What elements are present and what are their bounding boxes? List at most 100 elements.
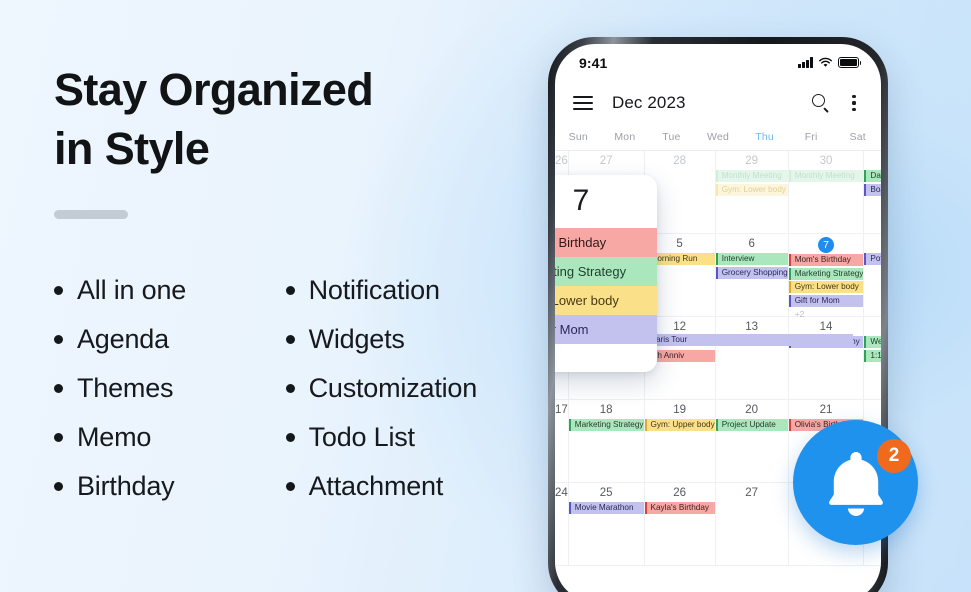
battery-full-icon (838, 57, 862, 68)
feature-item: Todo List (285, 413, 524, 462)
event-chip[interactable]: Gym: Lower body (715, 183, 788, 196)
popup-event-item[interactable]: Gym: Lower body (555, 286, 657, 315)
calendar-day-cell[interactable]: 13 (715, 317, 789, 400)
kebab-menu-icon[interactable] (845, 93, 863, 113)
day-event-list: Interview Grocery Shopping (715, 253, 788, 279)
day-number: 8 (864, 237, 881, 251)
multiday-event-chip[interactable]: Paris Tour (644, 334, 854, 346)
calendar-day-cell[interactable]: 18 Marketing Strategy (568, 400, 645, 483)
calendar-day-cell[interactable]: 19 Gym: Upper body (644, 400, 716, 483)
feature-item: Memo (54, 413, 266, 462)
event-chip[interactable]: Gift for Mom (788, 294, 864, 307)
cellular-signal-icon (798, 57, 813, 68)
calendar-day-cell[interactable]: 27 (715, 483, 789, 566)
event-chip[interactable]: Potluck Party (864, 253, 881, 265)
calendar-day-cell[interactable]: 1 Data AnalysisBoard Game (864, 151, 881, 234)
weekday-header: Sun Mon Tue Wed Thu Fri Sat (555, 125, 881, 151)
day-number: 24 (555, 487, 568, 499)
search-icon[interactable] (811, 93, 831, 113)
feature-label: Birthday (77, 471, 175, 501)
calendar-day-cell[interactable]: 14Flight to Germany (788, 317, 865, 400)
feature-item: Notification (285, 266, 524, 315)
feature-column-left: All in one Agenda Themes Memo Birthday (54, 266, 266, 511)
day-number: 28 (673, 155, 686, 167)
day-event-list: Weekly Meeting1:1 Meeting (864, 336, 881, 362)
event-chip[interactable]: Data Analysis (864, 170, 881, 182)
hamburger-menu-icon[interactable] (573, 96, 593, 110)
bullet-icon (285, 384, 295, 393)
popup-event-item[interactable]: Marketing Strategy (555, 257, 657, 286)
day-number: 18 (599, 404, 613, 416)
day-number: 26 (673, 487, 686, 499)
day-number: 27 (599, 155, 613, 167)
day-detail-popup[interactable]: 7 Mom's Birthday Marketing Strategy Gym:… (555, 175, 657, 372)
headline-line-2: in Style (54, 123, 210, 174)
notification-bell-widget[interactable]: 2 (793, 420, 918, 545)
event-chip[interactable]: Grocery Shopping (715, 266, 788, 279)
day-number: 1 (864, 154, 881, 168)
hero-panel: Stay Organized in Style All in one Agend… (54, 60, 524, 511)
day-event-list: Monthly Meeting Gym: Lower body (715, 170, 788, 196)
popup-event-item[interactable]: Gift for Mom (555, 315, 657, 344)
event-chip[interactable]: Mom's Birthday (788, 254, 864, 266)
popup-more-label[interactable]: +2 (555, 344, 657, 372)
calendar-day-cell[interactable]: 15 Weekly Meeting1:1 Meeting (864, 317, 881, 400)
event-chip[interactable]: Project Update (715, 419, 788, 431)
day-number: 26 (555, 155, 568, 167)
popup-event-item[interactable]: Mom's Birthday (555, 228, 657, 257)
calendar-day-cell[interactable]: 20 Project Update (715, 400, 789, 483)
day-event-list: Data AnalysisBoard Game (864, 170, 881, 196)
status-bar-indicators (798, 57, 862, 68)
day-number: 14 (819, 321, 833, 333)
day-event-list: Gym: Upper body (644, 419, 715, 431)
day-number: 29 (745, 155, 759, 167)
weekday-tue: Tue (662, 131, 681, 143)
event-chip[interactable]: Board Game (864, 183, 881, 196)
bullet-icon (54, 286, 63, 295)
event-chip[interactable]: Gym: Upper body (644, 419, 715, 431)
day-number: 22 (864, 403, 881, 417)
weekday-fri: Fri (804, 131, 818, 143)
calendar-day-cell[interactable]: 25 Movie Marathon (568, 483, 645, 566)
calendar-day-cell[interactable]: 6 Interview Grocery Shopping (715, 234, 789, 317)
bullet-icon (54, 433, 63, 442)
month-title[interactable]: Dec 2023 (612, 93, 686, 113)
calendar-day-cell[interactable]: 8 Potluck Party (864, 234, 881, 317)
calendar-day-cell[interactable]: 26 Kayla's Birthday (644, 483, 716, 566)
event-chip[interactable]: Kayla's Birthday (644, 502, 715, 514)
event-chip[interactable]: Marketing Strategy (788, 267, 864, 280)
event-chip[interactable]: Weekly Meeting (864, 336, 881, 348)
feature-item: Widgets (285, 315, 524, 364)
bullet-icon (285, 433, 295, 442)
feature-item: Attachment (285, 462, 524, 511)
calendar-day-cell[interactable]: 30 Monthly Meeting (788, 151, 865, 234)
popup-day-number: 7 (572, 184, 590, 217)
feature-item: Customization (285, 364, 524, 413)
day-event-list: Potluck Party (864, 253, 881, 265)
feature-label: Widgets (308, 324, 405, 354)
day-number: 19 (673, 404, 686, 416)
divider-pill (54, 210, 128, 219)
event-chip[interactable]: Movie Marathon (568, 502, 644, 514)
event-chip[interactable]: Monthly Meeting (715, 170, 788, 182)
event-chip[interactable]: Marketing Strategy (568, 419, 644, 431)
bullet-icon (285, 482, 295, 491)
bullet-icon (54, 482, 63, 491)
day-number: 15 (864, 320, 881, 334)
event-chip[interactable]: 1:1 Meeting (864, 349, 881, 362)
event-chip[interactable]: Gym: Lower body (788, 281, 864, 293)
day-event-list: Monthly Meeting (788, 170, 864, 182)
weekday-mon: Mon (614, 131, 636, 143)
calendar-day-cell[interactable]: 24 (555, 483, 569, 566)
feature-item: All in one (54, 266, 266, 315)
status-bar-clock: 9:41 (579, 54, 608, 71)
headline-line-1: Stay Organized (54, 64, 374, 115)
event-chip[interactable]: Interview (715, 253, 788, 265)
bell-circle[interactable] (793, 420, 918, 545)
calendar-day-cell[interactable]: 29 Monthly Meeting Gym: Lower body (715, 151, 789, 234)
day-number: 6 (748, 238, 755, 250)
event-chip[interactable]: Monthly Meeting (788, 170, 864, 182)
calendar-day-cell[interactable]: 17 (555, 400, 569, 483)
feature-item: Birthday (54, 462, 266, 511)
calendar-day-cell[interactable]: 7 Mom's Birthday Marketing Strategy Gym: Lo… (788, 234, 865, 319)
